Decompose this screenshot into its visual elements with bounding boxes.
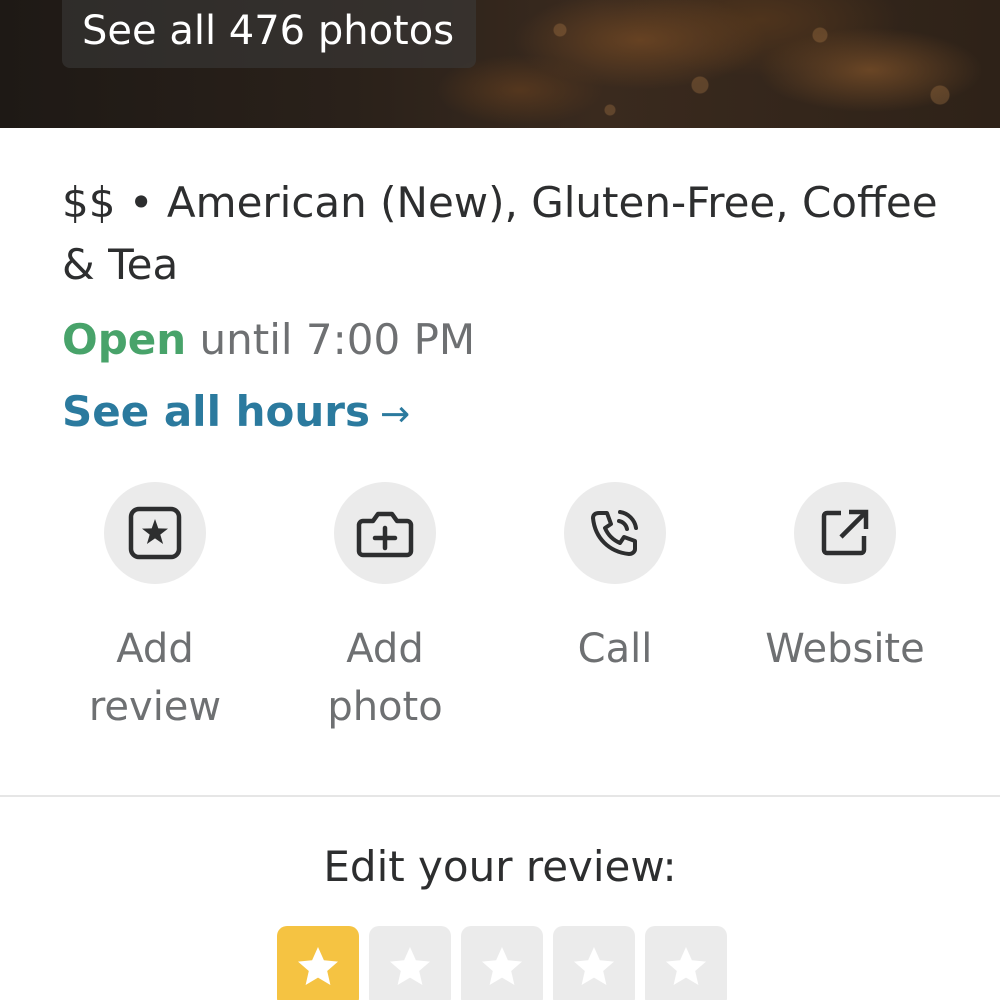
see-all-hours-link[interactable]: See all hours → (62, 382, 410, 445)
call-label: Call (577, 626, 653, 672)
add-review-icon-circle[interactable] (104, 482, 206, 584)
arrow-right-icon: → (379, 394, 411, 435)
see-all-hours-label: See all hours (62, 387, 370, 436)
star-icon (666, 947, 706, 985)
star-icon (390, 947, 430, 985)
website-button[interactable]: Website (745, 482, 945, 678)
edit-review-title: Edit your review: (323, 842, 677, 891)
phone-icon (591, 510, 638, 556)
business-details-screen: See all 476 photos $$ • American (New), … (0, 0, 1000, 1000)
action-buttons-row: Add review Add photo Call Website (0, 482, 1000, 742)
star-rating (277, 926, 727, 1000)
call-button[interactable]: Call (515, 482, 715, 678)
star-2-button[interactable] (369, 926, 451, 1000)
star-3-button[interactable] (461, 926, 543, 1000)
add-photo-label: Add photo (327, 626, 443, 730)
star-icon (574, 947, 614, 985)
star-5-button[interactable] (645, 926, 727, 1000)
add-photo-button[interactable]: Add photo (285, 482, 485, 736)
business-photo-banner[interactable]: See all 476 photos (0, 0, 1000, 128)
business-category-line: $$ • American (New), Gluten-Free, Coffee… (62, 178, 938, 289)
website-label: Website (765, 626, 925, 672)
website-icon-circle[interactable] (794, 482, 896, 584)
see-all-photos-button[interactable]: See all 476 photos (62, 0, 477, 68)
star-4-button[interactable] (553, 926, 635, 1000)
open-status: Open (62, 315, 187, 364)
camera-plus-icon (356, 511, 414, 558)
star-box-icon (128, 506, 182, 560)
external-link-icon (821, 509, 869, 556)
add-review-button[interactable]: Add review (55, 482, 255, 736)
section-divider (0, 795, 1000, 797)
add-review-label: Add review (88, 626, 222, 730)
star-icon (298, 947, 338, 985)
star-1-button[interactable] (277, 926, 359, 1000)
star-icon (482, 947, 522, 985)
hours-status-line: Open until 7:00 PM (62, 310, 475, 370)
hours-text: until 7:00 PM (199, 315, 476, 364)
call-icon-circle[interactable] (564, 482, 666, 584)
add-photo-icon-circle[interactable] (334, 482, 436, 584)
